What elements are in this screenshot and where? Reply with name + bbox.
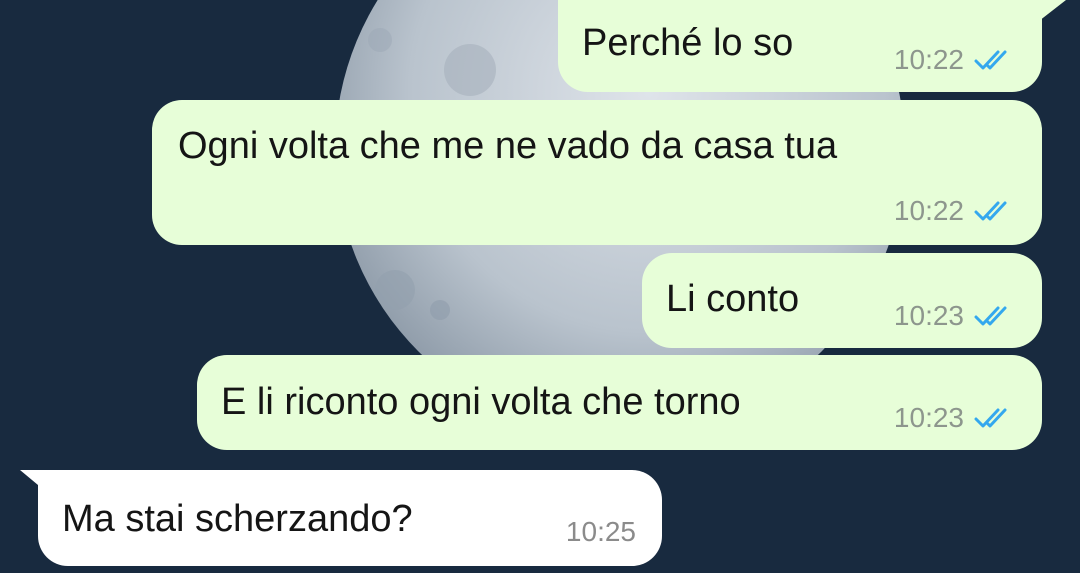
- message-timestamp: 10:22: [893, 44, 964, 75]
- message-text: Ogni volta che me ne vado da casa tua: [178, 125, 838, 167]
- message-meta: 10:23: [894, 402, 1018, 434]
- message-meta: 10:25: [566, 516, 636, 548]
- message-meta: 10:22: [894, 44, 1018, 76]
- message-text: Li conto: [666, 278, 800, 320]
- double-check-icon: [974, 50, 1007, 70]
- double-check-icon: [974, 408, 1007, 428]
- message-bubble-outgoing[interactable]: E li riconto ogni volta che torno 10:23: [197, 355, 1042, 450]
- message-timestamp: 10:23: [893, 402, 964, 433]
- message-meta: 10:22: [894, 195, 1018, 227]
- bubble-tail: [1030, 0, 1066, 28]
- message-text: Perché lo so: [582, 22, 794, 64]
- message-timestamp: 10:23: [893, 300, 964, 331]
- message-bubble-outgoing[interactable]: Li conto 10:23: [642, 253, 1042, 348]
- message-text: E li riconto ogni volta che torno: [221, 381, 741, 423]
- message-meta: 10:23: [894, 300, 1018, 332]
- message-bubble-outgoing[interactable]: Perché lo so 10:22: [558, 0, 1042, 92]
- message-bubble-outgoing[interactable]: Ogni volta che me ne vado da casa tua 10…: [152, 100, 1042, 245]
- double-check-icon: [974, 306, 1007, 326]
- double-check-icon: [974, 201, 1007, 221]
- message-timestamp: 10:25: [565, 516, 636, 547]
- message-bubble-incoming[interactable]: Ma stai scherzando? 10:25: [38, 470, 662, 566]
- message-timestamp: 10:22: [893, 195, 964, 226]
- message-text: Ma stai scherzando?: [62, 498, 413, 540]
